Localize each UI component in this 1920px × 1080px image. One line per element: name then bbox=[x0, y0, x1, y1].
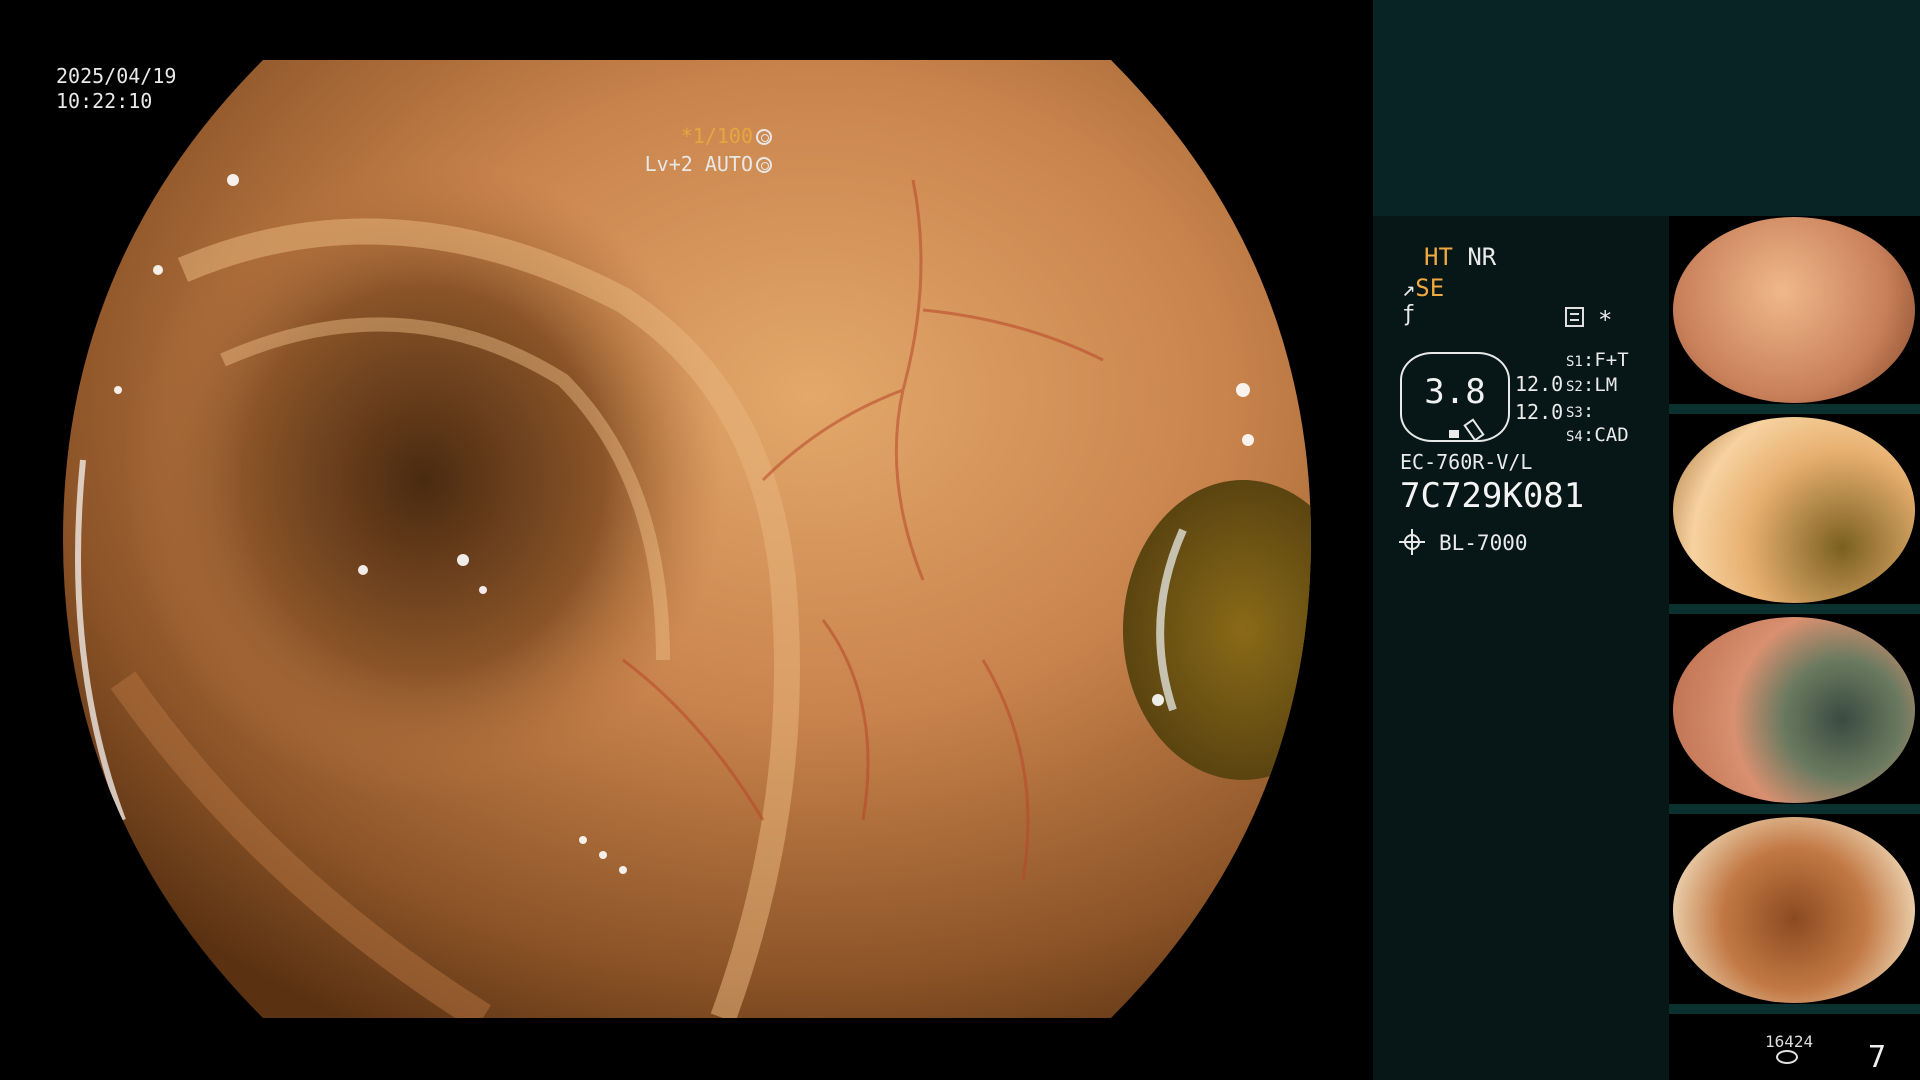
mode-ht: HT bbox=[1424, 243, 1453, 271]
switch-s3: S3: bbox=[1566, 400, 1595, 422]
mode-nr: NR bbox=[1467, 243, 1497, 271]
page-number: 7 bbox=[1868, 1040, 1887, 1075]
zoom-value: 3.8 bbox=[1424, 372, 1486, 412]
thumbnail-image bbox=[1673, 217, 1915, 403]
endoscope-image bbox=[63, 60, 1311, 1018]
image-count: 16424 bbox=[1765, 1032, 1814, 1051]
switch-s4: S4:CAD bbox=[1566, 424, 1629, 446]
switch-s2-id: S2 bbox=[1566, 379, 1583, 395]
brightness-level: Lv+2 AUTO bbox=[596, 127, 772, 202]
se-indicator: ↗SE bbox=[1402, 274, 1444, 302]
switch-s4-id: S4 bbox=[1566, 429, 1583, 445]
scope-model: EC-760R-V/L bbox=[1400, 450, 1533, 474]
endoscope-view: 2025/04/19 10:22:10 *1/100 Lv+2 AUTO bbox=[0, 0, 1372, 1080]
auto-iris-icon bbox=[756, 157, 772, 173]
disk-icon bbox=[1776, 1050, 1798, 1064]
switch-s1-value: F+T bbox=[1594, 349, 1629, 371]
thumbnail-strip bbox=[1669, 804, 1920, 814]
mode-indicators: HT NR bbox=[1424, 243, 1496, 271]
panel-icon bbox=[1565, 307, 1584, 327]
thumbnail-4[interactable] bbox=[1669, 816, 1920, 1014]
switch-s2-value: LM bbox=[1594, 374, 1618, 396]
scope-serial: 7C729K081 bbox=[1400, 476, 1585, 516]
se-label: SE bbox=[1415, 274, 1445, 302]
thumbnail-strip bbox=[1669, 604, 1920, 614]
exam-date: 2025/04/19 bbox=[56, 64, 177, 88]
thumbnail-3[interactable] bbox=[1669, 616, 1920, 814]
info-panel bbox=[1373, 216, 1669, 1080]
light-icon bbox=[1399, 529, 1425, 555]
switch-s2: S2:LM bbox=[1566, 374, 1618, 396]
light-source: BL-7000 bbox=[1439, 531, 1528, 555]
switch-s4-value: CAD bbox=[1594, 424, 1629, 446]
f-icon: ƒ bbox=[1402, 302, 1416, 327]
top-panel bbox=[1373, 0, 1920, 216]
thumbnail-image bbox=[1673, 417, 1915, 603]
se-icon: ↗ bbox=[1402, 277, 1416, 302]
star-icon: * bbox=[1598, 306, 1613, 334]
exam-time: 10:22:10 bbox=[56, 89, 153, 113]
thumbnail-1[interactable] bbox=[1669, 216, 1920, 414]
thumbnail-strip bbox=[1669, 1004, 1920, 1014]
switch-s3-id: S3 bbox=[1566, 405, 1583, 421]
zoom-b-value: 12.0 bbox=[1515, 400, 1564, 424]
zoom-marker bbox=[1449, 430, 1459, 438]
zoom-a-value: 12.0 bbox=[1515, 372, 1564, 396]
switch-s1-id: S1 bbox=[1566, 354, 1583, 370]
level-value: Lv+2 AUTO bbox=[644, 152, 753, 176]
switch-s1: S1:F+T bbox=[1566, 349, 1629, 371]
thumbnail-2[interactable] bbox=[1669, 416, 1920, 614]
thumbnail-strip bbox=[1669, 404, 1920, 414]
thumbnail-image bbox=[1673, 817, 1915, 1003]
thumbnail-image bbox=[1673, 617, 1915, 803]
